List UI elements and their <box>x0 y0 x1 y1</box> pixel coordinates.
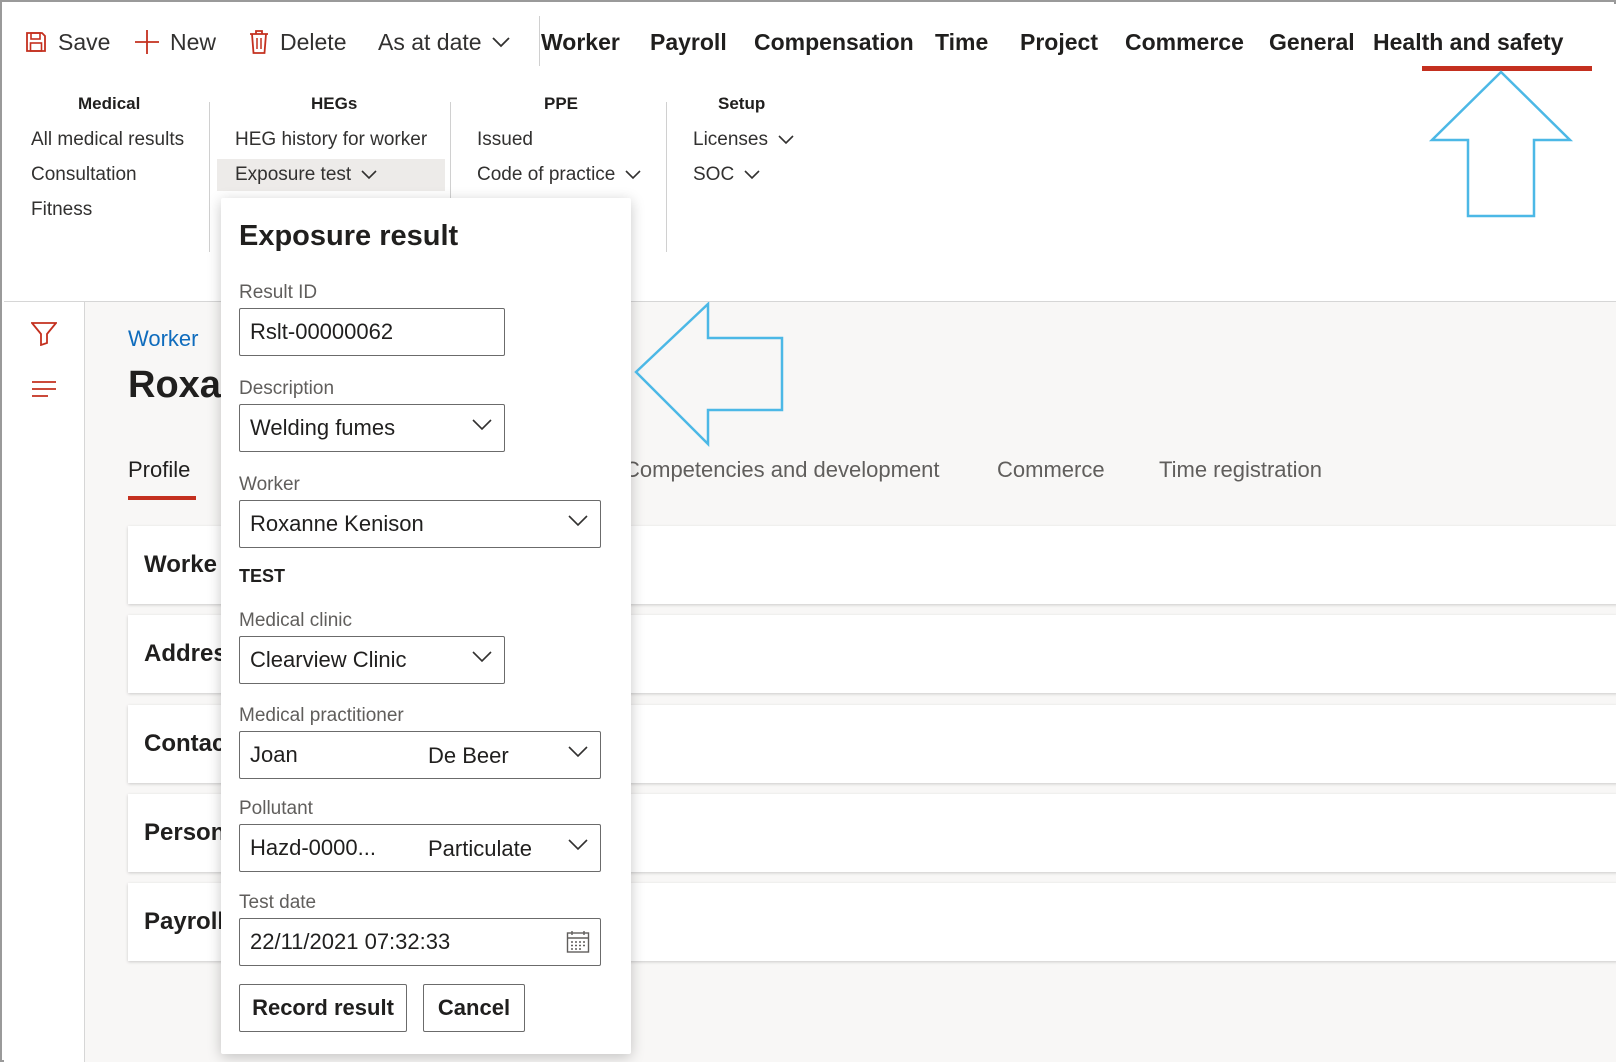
chevron-down-icon <box>778 135 794 145</box>
save-button[interactable]: Save <box>24 24 110 60</box>
command-bar: Save New Delete As at date Worker Payrol… <box>4 4 1616 74</box>
worker-label: Worker <box>239 474 300 495</box>
practitioner-dropdown[interactable]: Joan De Beer <box>239 731 601 779</box>
tab-commerce[interactable]: Commerce <box>1125 24 1244 60</box>
ribbon-exposure-test[interactable]: Exposure test <box>217 159 445 191</box>
tab-worker[interactable]: Worker <box>541 24 620 60</box>
licenses-label: Licenses <box>693 129 768 150</box>
window-frame: Save New Delete As at date Worker Payrol… <box>0 0 1616 1062</box>
delete-button[interactable]: Delete <box>248 24 346 60</box>
new-label: New <box>170 28 217 55</box>
record-result-button[interactable]: Record result <box>239 984 407 1032</box>
group-title-setup: Setup <box>718 94 766 113</box>
cancel-button[interactable]: Cancel <box>423 984 525 1032</box>
worker-value: Roxanne Kenison <box>250 511 424 536</box>
tab-commerce-page[interactable]: Commerce <box>997 457 1105 483</box>
plus-icon <box>135 30 159 54</box>
active-tab-indicator <box>1422 66 1592 71</box>
tab-time-registration[interactable]: Time registration <box>1159 457 1322 483</box>
description-label: Description <box>239 378 335 399</box>
ribbon-consultation[interactable]: Consultation <box>23 159 145 191</box>
code-of-practice-label: Code of practice <box>477 164 616 185</box>
tab-profile[interactable]: Profile <box>128 457 190 483</box>
as-at-date-label: As at date <box>378 28 482 55</box>
ribbon-code-of-practice[interactable]: Code of practice <box>469 159 649 191</box>
description-value: Welding fumes <box>250 415 396 440</box>
group-separator <box>209 102 210 252</box>
tab-time[interactable]: Time <box>935 24 988 60</box>
ribbon-soc[interactable]: SOC <box>685 159 768 191</box>
new-button[interactable]: New <box>134 24 216 60</box>
chevron-down-icon <box>568 515 588 527</box>
tab-payroll[interactable]: Payroll <box>650 24 727 60</box>
dialog-title: Exposure result <box>239 220 459 252</box>
pollutant-dropdown[interactable]: Hazd-0000... Particulate <box>239 824 601 872</box>
clinic-dropdown[interactable]: Clearview Clinic <box>239 636 505 684</box>
result-id-field[interactable]: Rslt-00000062 <box>239 308 505 356</box>
clinic-value: Clearview Clinic <box>250 647 407 672</box>
pollutant-id: Hazd-0000... <box>250 835 376 860</box>
group-title-hegs: HEGs <box>311 94 358 113</box>
test-date-value: 22/11/2021 07:32:33 <box>250 929 451 954</box>
ribbon-heg-history[interactable]: HEG history for worker <box>227 124 435 156</box>
practitioner-label: Medical practitioner <box>239 705 404 726</box>
tab-general[interactable]: General <box>1269 24 1355 60</box>
chevron-down-icon <box>472 419 492 431</box>
profile-tab-indicator <box>128 496 196 500</box>
trash-icon <box>250 30 268 54</box>
as-at-date-dropdown[interactable]: As at date <box>378 24 520 60</box>
clinic-label: Medical clinic <box>239 610 352 631</box>
chevron-down-icon <box>625 170 641 180</box>
tab-compensation[interactable]: Compensation <box>754 24 914 60</box>
tab-project[interactable]: Project <box>1020 24 1098 60</box>
left-rail <box>4 302 85 1062</box>
exposure-test-label: Exposure test <box>235 164 352 185</box>
soc-label: SOC <box>693 164 735 185</box>
test-section-heading: TEST <box>239 566 286 586</box>
ribbon-all-medical-results[interactable]: All medical results <box>23 124 192 156</box>
breadcrumb[interactable]: Worker <box>128 326 199 352</box>
group-title-ppe: PPE <box>544 94 579 113</box>
delete-label: Delete <box>280 28 347 55</box>
practitioner-last-name: De Beer <box>428 743 509 768</box>
test-date-label: Test date <box>239 892 317 913</box>
save-label: Save <box>58 28 111 55</box>
exposure-result-dialog: Exposure result Result ID Rslt-00000062 … <box>221 198 631 1054</box>
result-id-label: Result ID <box>239 282 318 303</box>
save-icon <box>26 32 46 52</box>
filter-icon[interactable] <box>31 322 57 346</box>
tab-health-and-safety[interactable]: Health and safety <box>1373 24 1563 60</box>
ribbon-issued[interactable]: Issued <box>469 124 541 156</box>
chevron-down-icon <box>744 170 760 180</box>
worker-dropdown[interactable]: Roxanne Kenison <box>239 500 601 548</box>
menu-lines-icon[interactable] <box>31 380 57 398</box>
ribbon-fitness[interactable]: Fitness <box>23 194 100 226</box>
tab-competencies[interactable]: Competencies and development <box>624 457 940 483</box>
pollutant-name: Particulate <box>428 836 532 861</box>
ribbon-licenses[interactable]: Licenses <box>685 124 802 156</box>
chevron-down-icon <box>568 839 588 851</box>
description-dropdown[interactable]: Welding fumes <box>239 404 505 452</box>
chevron-down-icon <box>491 37 510 48</box>
pollutant-label: Pollutant <box>239 798 313 819</box>
calendar-icon[interactable] <box>566 930 590 954</box>
result-id-value: Rslt-00000062 <box>250 319 394 344</box>
page-title: Roxar <box>128 364 236 406</box>
chevron-down-icon <box>472 651 492 663</box>
test-date-field[interactable]: 22/11/2021 07:32:33 <box>239 918 601 966</box>
group-title-medical: Medical <box>78 94 141 113</box>
command-separator <box>539 16 540 66</box>
practitioner-first-name: Joan <box>250 742 298 767</box>
chevron-down-icon <box>361 170 377 180</box>
group-separator <box>666 102 667 252</box>
chevron-down-icon <box>568 746 588 758</box>
